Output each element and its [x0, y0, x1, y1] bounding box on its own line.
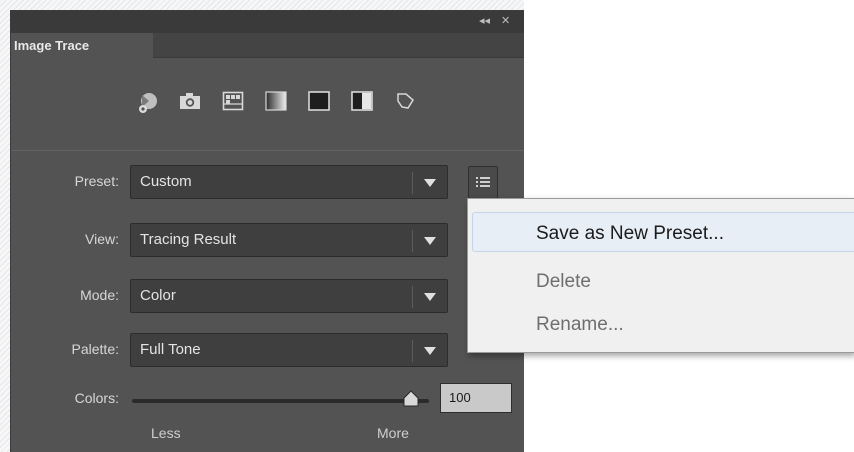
menu-item-save-as-new-preset[interactable]: Save as New Preset...	[536, 223, 724, 245]
slider-max-label: More	[377, 425, 409, 441]
preset-icon-bar	[11, 59, 524, 147]
low-color-icon[interactable]	[222, 91, 244, 111]
mode-select[interactable]: Color	[130, 279, 448, 313]
preset-label: Preset:	[74, 173, 119, 189]
palette-select[interactable]: Full Tone	[130, 333, 448, 367]
select-separator	[412, 230, 413, 252]
list-icon	[476, 177, 490, 187]
select-separator	[412, 340, 413, 362]
preset-select[interactable]: Custom	[130, 165, 448, 199]
high-color-icon[interactable]	[179, 91, 201, 111]
palette-value: Full Tone	[140, 341, 201, 358]
preset-flyout-menu: Save as New Preset... Delete Rename...	[467, 198, 854, 353]
view-select[interactable]: Tracing Result	[130, 223, 448, 257]
colors-value-field[interactable]: 100	[440, 383, 512, 413]
view-value: Tracing Result	[140, 231, 237, 248]
panel-tabstrip: Image Trace	[11, 33, 524, 59]
outline-icon[interactable]	[394, 91, 416, 111]
palette-label: Palette:	[71, 341, 119, 357]
close-panel-icon[interactable]: ✕	[501, 14, 510, 28]
panel-titlebar: ◂◂ ✕	[11, 11, 524, 33]
mode-label: Mode:	[80, 287, 119, 303]
preset-value: Custom	[140, 173, 192, 190]
colors-label: Colors:	[74, 390, 119, 406]
view-label: View:	[85, 231, 119, 247]
collapse-panel-icon[interactable]: ◂◂	[479, 14, 490, 28]
tab-image-trace[interactable]: Image Trace	[11, 33, 153, 59]
menu-item-delete[interactable]: Delete	[536, 271, 591, 293]
grayscale-icon[interactable]	[265, 91, 287, 111]
menu-item-rename[interactable]: Rename...	[536, 314, 624, 336]
half-fill-icon[interactable]	[351, 91, 373, 111]
colors-slider-thumb[interactable]	[402, 390, 420, 407]
select-separator	[412, 172, 413, 194]
image-trace-panel: ◂◂ ✕ Image Trace Preset: Custom View: Tr…	[10, 10, 524, 452]
chevron-down-icon[interactable]	[424, 179, 436, 187]
colors-slider-track[interactable]	[132, 399, 429, 403]
auto-color-icon[interactable]	[136, 91, 158, 113]
chevron-down-icon[interactable]	[424, 293, 436, 301]
mode-value: Color	[140, 287, 176, 304]
preset-manager-button[interactable]	[468, 166, 498, 199]
black-and-white-icon[interactable]	[308, 91, 330, 111]
select-separator	[412, 286, 413, 308]
chevron-down-icon[interactable]	[424, 347, 436, 355]
slider-min-label: Less	[151, 425, 181, 441]
chevron-down-icon[interactable]	[424, 237, 436, 245]
section-divider	[11, 150, 524, 151]
